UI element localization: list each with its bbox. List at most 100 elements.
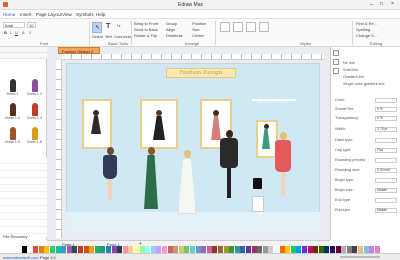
library-category-list[interactable]: [0, 157, 47, 237]
model-3[interactable]: [178, 150, 196, 214]
color-swatch[interactable]: [313, 246, 319, 253]
line-icon[interactable]: [333, 59, 339, 65]
transparency-field[interactable]: 0 %: [375, 116, 397, 121]
maximize-icon[interactable]: □: [380, 1, 383, 7]
color-swatch[interactable]: [184, 246, 190, 253]
spelling-button[interactable]: Spelling...: [356, 27, 374, 32]
color-swatch[interactable]: [55, 246, 61, 253]
color-swatch[interactable]: [341, 246, 347, 253]
bold-icon[interactable]: B: [4, 30, 7, 35]
color-swatch[interactable]: [178, 246, 184, 253]
italic-icon[interactable]: I: [10, 30, 11, 35]
zoom-slider[interactable]: [340, 256, 380, 258]
color-swatch[interactable]: [363, 246, 369, 253]
color-swatch[interactable]: [27, 246, 33, 253]
color-swatch[interactable]: [134, 246, 139, 253]
color-swatch[interactable]: [162, 246, 167, 253]
begin-size-select[interactable]: Middle: [375, 188, 397, 193]
model-1[interactable]: [103, 147, 117, 201]
color-swatch[interactable]: [229, 246, 235, 253]
color-swatch[interactable]: [195, 246, 201, 253]
change-shape-button[interactable]: Change S...: [356, 33, 377, 38]
frame-figure-2[interactable]: [153, 110, 165, 140]
align-button[interactable]: Align: [166, 27, 175, 32]
library-item-dress-1[interactable]: Dress 1: [4, 79, 21, 99]
center-button[interactable]: Center: [192, 33, 204, 38]
option-solid-line[interactable]: Solid line: [343, 68, 358, 72]
color-swatch[interactable]: [117, 246, 123, 253]
group-button[interactable]: Group: [166, 21, 177, 26]
library-item-dress-1-3[interactable]: Dress 1-3: [4, 103, 21, 123]
color-swatch[interactable]: [279, 246, 285, 253]
color-swatch[interactable]: [111, 246, 117, 253]
color-swatch[interactable]: [139, 246, 145, 253]
find-replace-button[interactable]: Find & Re...: [356, 21, 377, 26]
color-swatch[interactable]: [352, 246, 358, 253]
color-swatch[interactable]: [44, 246, 50, 253]
cap-type-select[interactable]: Flat: [375, 148, 397, 153]
color-swatch[interactable]: [302, 246, 307, 253]
color-swatch[interactable]: [285, 246, 291, 253]
color-swatch[interactable]: [246, 246, 251, 253]
style-swatch-1[interactable]: [220, 22, 230, 32]
library-item-dress-1-5[interactable]: Dress 1-5: [4, 127, 21, 147]
color-swatch[interactable]: [167, 246, 173, 253]
frame-figure-4[interactable]: [262, 124, 270, 149]
color-swatch[interactable]: [296, 246, 302, 253]
color-picker[interactable]: [375, 98, 397, 103]
display-stand[interactable]: [252, 196, 264, 212]
color-swatch[interactable]: [307, 246, 313, 253]
color-swatch[interactable]: [324, 246, 330, 253]
model-4[interactable]: [220, 130, 238, 198]
menu-symbols[interactable]: Symbols: [76, 12, 94, 17]
font-size-select[interactable]: 10: [27, 22, 36, 28]
color-swatch[interactable]: [257, 246, 263, 253]
color-swatch[interactable]: [190, 246, 195, 253]
end-type-select[interactable]: [375, 198, 397, 203]
style-swatch-2[interactable]: [233, 22, 243, 32]
color-swatch[interactable]: [150, 246, 156, 253]
fill-icon[interactable]: [333, 50, 339, 56]
color-swatch[interactable]: [38, 246, 44, 253]
color-swatch[interactable]: [318, 246, 324, 253]
color-swatch[interactable]: [212, 246, 218, 253]
color-swatch[interactable]: [61, 246, 67, 253]
dash-type-select[interactable]: [375, 138, 397, 143]
color-swatch[interactable]: [145, 246, 151, 253]
bring-to-front-button[interactable]: Bring to Front: [134, 21, 158, 26]
send-to-back-button[interactable]: Send to Back: [134, 27, 158, 32]
menu-insert[interactable]: Insert: [20, 12, 32, 17]
color-swatch[interactable]: [66, 246, 72, 253]
color-swatch[interactable]: [33, 246, 39, 253]
color-swatch[interactable]: [330, 246, 335, 253]
menu-page-layout[interactable]: Page Layout: [36, 12, 62, 17]
color-swatch[interactable]: [218, 246, 223, 253]
color-swatch[interactable]: [156, 246, 162, 253]
frame-figure-1[interactable]: [91, 110, 101, 134]
underline-icon[interactable]: U: [15, 30, 18, 35]
connector-icon[interactable]: ⤷: [117, 23, 120, 30]
color-swatch[interactable]: [100, 246, 106, 253]
position-button[interactable]: Position: [192, 21, 206, 26]
minimize-icon[interactable]: –: [370, 2, 373, 8]
shadow-icon[interactable]: [333, 68, 339, 74]
style-swatch-3[interactable]: [246, 22, 256, 32]
color-swatch[interactable]: [262, 246, 268, 253]
color-swatch[interactable]: [89, 246, 95, 253]
end-size-select[interactable]: Middle: [375, 208, 397, 213]
color-swatch[interactable]: [290, 246, 296, 253]
library-item-dress-1-6[interactable]: Dress 1-6: [26, 127, 43, 147]
website-link[interactable]: www.edrawsoft.com: [3, 255, 39, 260]
color-swatch[interactable]: [128, 246, 134, 253]
color-swatch[interactable]: [206, 246, 212, 253]
color-swatch[interactable]: [234, 246, 240, 253]
rounding-size-field[interactable]: 0.00 mm: [375, 168, 397, 173]
color-swatch[interactable]: [122, 246, 128, 253]
distribute-button[interactable]: Distribute: [166, 33, 183, 38]
color-swatch[interactable]: [369, 246, 375, 253]
option-no-line[interactable]: No line: [343, 61, 355, 65]
font-name-select[interactable]: Arial: [3, 22, 25, 28]
color-swatch[interactable]: [335, 246, 341, 253]
color-swatch[interactable]: [223, 246, 229, 253]
color-swatch[interactable]: [268, 246, 274, 253]
